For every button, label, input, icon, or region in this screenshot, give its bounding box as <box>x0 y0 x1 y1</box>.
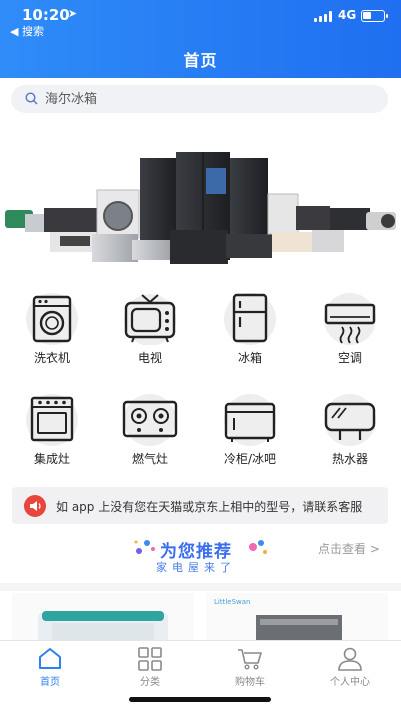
fridge-icon <box>224 293 276 345</box>
category-freezer[interactable]: 冷柜/冰吧 <box>210 394 290 474</box>
category-gas-stove[interactable]: 燃气灶 <box>110 394 190 474</box>
home-icon <box>39 648 61 669</box>
notice-text: 如 app 上没有您在天猫或京东上相中的型号，请联系客服 <box>56 500 363 514</box>
category-label: 冷柜/冰吧 <box>223 452 277 466</box>
tab-category[interactable]: 分类 <box>100 645 200 689</box>
category-air-conditioner[interactable]: 空调 <box>310 293 390 373</box>
tv-icon <box>124 294 176 345</box>
category-label: 燃气灶 <box>131 452 168 466</box>
search-input[interactable] <box>45 85 375 113</box>
network-type: 4G <box>338 8 357 22</box>
tab-home[interactable]: 首页 <box>0 645 100 689</box>
battery-icon <box>361 10 388 22</box>
tab-profile[interactable]: 个人中心 <box>300 645 400 689</box>
air-conditioner-icon <box>324 293 376 345</box>
product-card[interactable] <box>12 593 194 645</box>
tab-cart[interactable]: 购物车 <box>200 645 300 689</box>
tab-label: 个人中心 <box>330 677 370 688</box>
product-card[interactable]: LittleSwan <box>206 593 388 645</box>
appliance-collage-image <box>5 152 396 264</box>
water-heater-icon <box>324 394 376 446</box>
grid-icon <box>138 647 162 671</box>
category-label: 电视 <box>137 351 162 365</box>
category-tv[interactable]: 电视 <box>110 293 190 373</box>
home-indicator <box>129 697 271 702</box>
page-title: 首页 <box>183 51 218 70</box>
sparkle-icon <box>134 540 155 554</box>
category-water-heater[interactable]: 热水器 <box>310 394 390 474</box>
speaker-icon <box>24 495 46 517</box>
freezer-icon <box>224 394 276 446</box>
washing-machine-icon <box>26 293 78 345</box>
category-integrated-stove[interactable]: 集成灶 <box>12 394 92 474</box>
user-icon <box>338 647 362 671</box>
header: 10:20 ➤ ◀ 搜索 4G 首页 <box>0 0 401 78</box>
status-bar: 10:20 ➤ ◀ 搜索 4G <box>0 0 401 38</box>
notice-bar[interactable]: 如 app 上没有您在天猫或京东上相中的型号，请联系客服 <box>12 487 388 524</box>
brand-logo: LittleSwan <box>214 598 251 606</box>
category-washing-machine[interactable]: 洗衣机 <box>12 293 92 373</box>
category-fridge[interactable]: 冰箱 <box>210 293 290 373</box>
search-bar[interactable] <box>11 85 388 113</box>
recommend-subtitle: 家电屋来了 <box>156 561 236 574</box>
category-label: 空调 <box>337 351 362 365</box>
section-divider <box>0 583 401 591</box>
location-arrow-icon: ➤ <box>68 7 78 20</box>
gas-stove-icon <box>122 394 178 446</box>
app-screen: 10:20 ➤ ◀ 搜索 4G 首页 海尔冰箱 洗衣机 电视 冰箱 空调 集成灶… <box>0 0 401 710</box>
category-label: 冰箱 <box>237 351 262 365</box>
cart-icon <box>238 649 262 670</box>
view-more-link[interactable]: 点击查看 > <box>318 540 380 557</box>
back-to-search-link[interactable]: ◀ 搜索 <box>10 23 44 39</box>
signal-icon <box>314 11 332 22</box>
category-label: 热水器 <box>331 452 368 466</box>
tab-label: 首页 <box>40 677 60 688</box>
appliance-banner[interactable] <box>0 118 401 280</box>
tab-label: 购物车 <box>235 677 265 688</box>
category-label: 洗衣机 <box>33 351 70 365</box>
status-time: 10:20 <box>22 6 70 24</box>
product-image <box>38 611 168 645</box>
integrated-stove-icon <box>26 394 78 446</box>
category-label: 集成灶 <box>33 452 70 466</box>
sparkle-icon <box>249 540 267 554</box>
tab-label: 分类 <box>140 677 160 688</box>
search-icon <box>25 92 38 105</box>
